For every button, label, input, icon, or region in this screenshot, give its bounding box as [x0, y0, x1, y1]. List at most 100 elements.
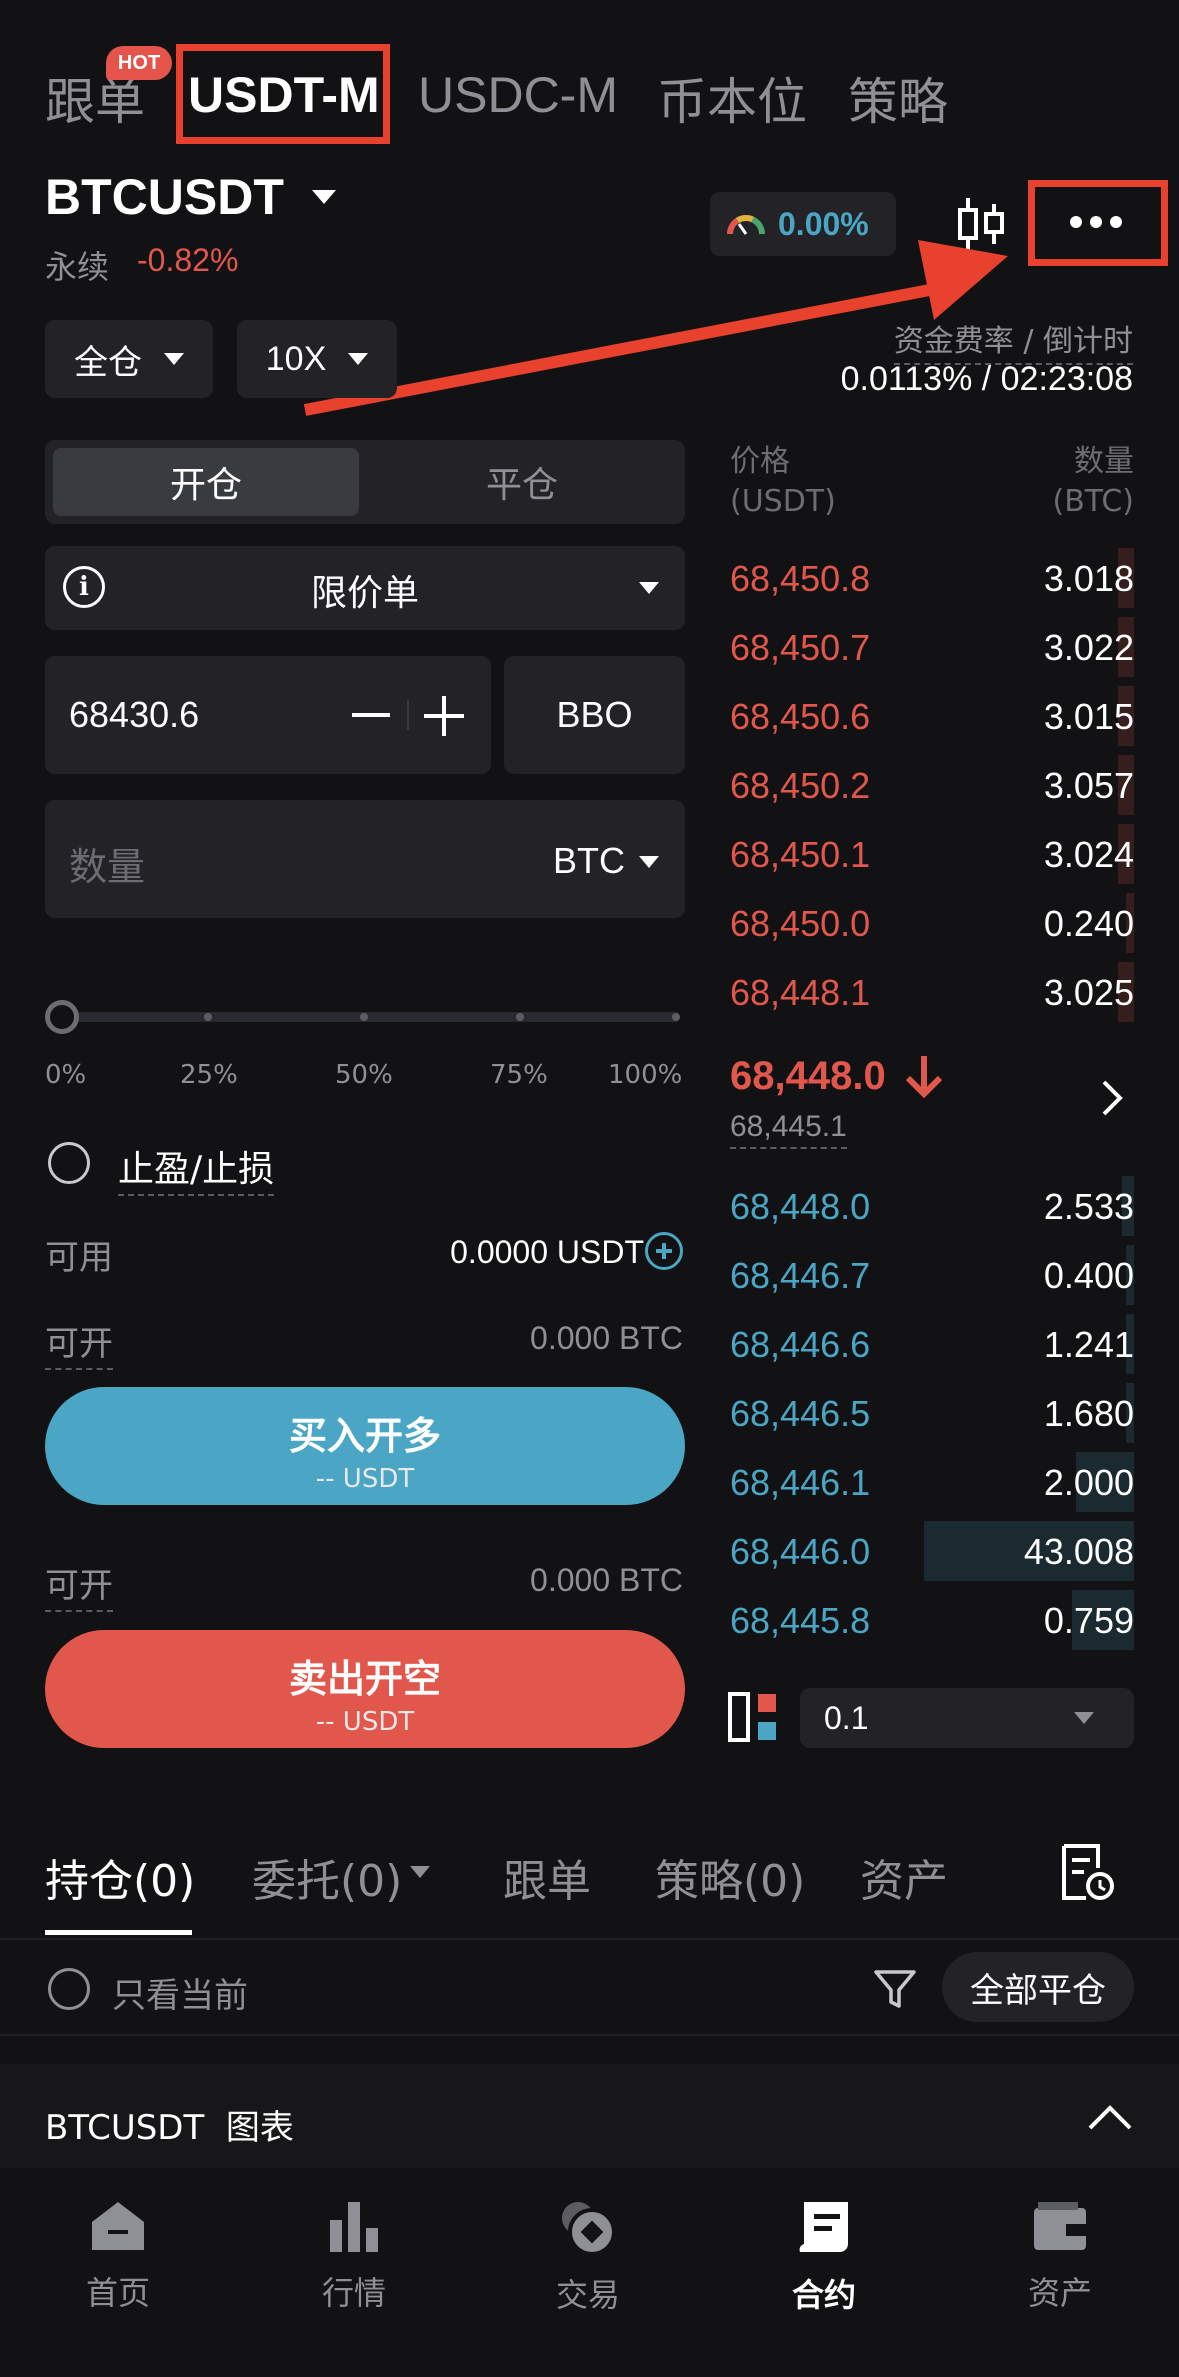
nav-home[interactable]: 首页 [38, 2198, 198, 2314]
precision-value: 0.1 [824, 1700, 869, 1736]
bid-row[interactable]: 68,446.5 1.680 [722, 1383, 1134, 1443]
nav-futures[interactable]: 合约 [744, 2198, 904, 2316]
bar-chart-icon [330, 2202, 378, 2252]
funding-value: 0.0113% / 02:23:08 [840, 360, 1133, 398]
ask-qty: 3.024 [1043, 834, 1134, 875]
tab-open[interactable]: 开仓 [53, 448, 359, 516]
sell-short-button[interactable]: 卖出开空 -- USDT [45, 1630, 685, 1748]
trade-icon [562, 2202, 616, 2256]
bid-row[interactable]: 68,446.7 0.400 [722, 1245, 1134, 1305]
bid-row[interactable]: 68,445.8 0.759 [722, 1590, 1134, 1650]
chevron-down-icon [1074, 1712, 1094, 1724]
percent-label[interactable]: 75% [490, 1060, 548, 1090]
tab-strategies[interactable]: 策略(0) [655, 1845, 805, 1909]
add-funds-icon[interactable] [645, 1232, 683, 1270]
can-open-short-label: 可开 [45, 1558, 113, 1612]
tab-assets[interactable]: 资产 [860, 1845, 948, 1909]
price-value: 68430.6 [69, 694, 200, 735]
orderbook-layout-icon[interactable] [728, 1692, 778, 1742]
tab-orders[interactable]: 委托(0) [252, 1845, 402, 1909]
bbo-button[interactable]: BBO [504, 656, 685, 774]
available-value: 0.0000 USDT [450, 1234, 644, 1270]
tpsl-label[interactable]: 止盈/止损 [118, 1140, 275, 1196]
percent-label[interactable]: 0% [45, 1060, 86, 1090]
chevron-down-icon[interactable] [639, 856, 659, 868]
tab-positions[interactable]: 持仓(0) [45, 1845, 195, 1909]
bid-price: 68,448.0 [730, 1186, 871, 1227]
bottom-navigation: 首页 行情 交易 合约 资产 [0, 2168, 1179, 2377]
only-current-checkbox[interactable] [48, 1968, 90, 2010]
chevron-down-icon[interactable] [410, 1866, 430, 1878]
bid-price: 68,445.8 [730, 1600, 871, 1641]
bid-row[interactable]: 68,448.0 2.533 [722, 1176, 1134, 1236]
ask-row[interactable]: 68,450.0 0.240 [722, 893, 1134, 953]
percent-label[interactable]: 100% [608, 1060, 682, 1090]
quantity-slider[interactable] [60, 1012, 680, 1022]
ask-price: 68,448.1 [730, 972, 871, 1013]
buy-long-sub: -- USDT [315, 1464, 415, 1494]
ask-price: 68,450.0 [730, 903, 871, 944]
nav-trade[interactable]: 交易 [508, 2198, 668, 2316]
quantity-placeholder: 数量 [69, 845, 146, 889]
ask-price: 68,450.8 [730, 558, 871, 599]
percent-label[interactable]: 25% [180, 1060, 238, 1090]
price-input[interactable]: 68430.6 [45, 656, 491, 774]
nav-assets[interactable]: 资产 [980, 2198, 1140, 2314]
ask-qty: 3.057 [1043, 765, 1134, 806]
ask-qty: 3.018 [1043, 558, 1134, 599]
active-tab-indicator [45, 1930, 192, 1935]
precision-select[interactable]: 0.1 [800, 1688, 1134, 1748]
order-history-icon[interactable] [1058, 1842, 1116, 1902]
slider-handle[interactable] [45, 1000, 79, 1034]
order-type-value: 限价单 [310, 573, 419, 614]
ask-row[interactable]: 68,450.2 3.057 [722, 755, 1134, 815]
bid-row[interactable]: 68,446.0 43.008 [722, 1521, 1134, 1581]
ask-row[interactable]: 68,450.7 3.022 [722, 617, 1134, 677]
wallet-icon [1034, 2202, 1086, 2250]
ask-qty: 3.025 [1043, 972, 1134, 1013]
orderbook-price-header: 价格 (USDT) [730, 444, 836, 519]
chevron-right-icon[interactable] [1100, 1078, 1124, 1118]
margin-mode-value: 全仓 [74, 342, 142, 383]
tab-close[interactable]: 平仓 [369, 448, 675, 516]
ask-row[interactable]: 68,450.8 3.018 [722, 548, 1134, 608]
mark-price: 68,445.1 [730, 1110, 847, 1149]
chevron-down-icon [164, 353, 184, 365]
percent-label[interactable]: 50% [335, 1060, 393, 1090]
sell-short-sub: -- USDT [315, 1707, 415, 1737]
ask-row[interactable]: 68,450.6 3.015 [722, 686, 1134, 746]
quantity-unit[interactable]: BTC [553, 840, 625, 882]
bid-row[interactable]: 68,446.6 1.241 [722, 1314, 1134, 1374]
bid-qty: 0.400 [1043, 1255, 1134, 1296]
chart-bar-label: BTCUSDT 图表 [45, 2108, 294, 2148]
home-icon [92, 2202, 144, 2250]
ask-row[interactable]: 68,450.1 3.024 [722, 824, 1134, 884]
margin-mode-select[interactable]: 全仓 [45, 320, 213, 398]
available-label: 可用 [45, 1238, 113, 1278]
bid-price: 68,446.6 [730, 1324, 871, 1365]
ask-row[interactable]: 68,448.1 3.025 [722, 962, 1134, 1022]
nav-markets[interactable]: 行情 [274, 2198, 434, 2314]
chart-collapse-bar[interactable]: BTCUSDT 图表 [0, 2064, 1179, 2168]
ask-price: 68,450.6 [730, 696, 871, 737]
minus-icon[interactable] [352, 713, 390, 717]
filter-icon[interactable] [872, 1966, 918, 2012]
orderbook-qty-header: 数量 (BTC) [1052, 444, 1134, 519]
ask-qty: 3.015 [1043, 696, 1134, 737]
bid-row[interactable]: 68,446.1 2.000 [722, 1452, 1134, 1512]
quantity-input[interactable]: 数量 BTC [45, 800, 685, 918]
close-all-button[interactable]: 全部平仓 [942, 1952, 1134, 2022]
bid-qty: 43.008 [1023, 1531, 1134, 1572]
funding-label[interactable]: 资金费率 / 倒计时 [893, 316, 1133, 365]
tab-copy-orders[interactable]: 跟单 [503, 1845, 591, 1909]
order-type-select[interactable]: i 限价单 [45, 546, 685, 630]
ask-price: 68,450.1 [730, 834, 871, 875]
chevron-up-icon[interactable] [1088, 2104, 1132, 2130]
only-current-label[interactable]: 只看当前 [112, 1968, 248, 2017]
leverage-select[interactable]: 10X [237, 320, 397, 398]
slider-tick [204, 1013, 212, 1021]
bid-price: 68,446.1 [730, 1462, 871, 1503]
tpsl-checkbox[interactable] [48, 1142, 90, 1184]
buy-long-button[interactable]: 买入开多 -- USDT [45, 1387, 685, 1505]
plus-icon[interactable] [424, 696, 464, 736]
